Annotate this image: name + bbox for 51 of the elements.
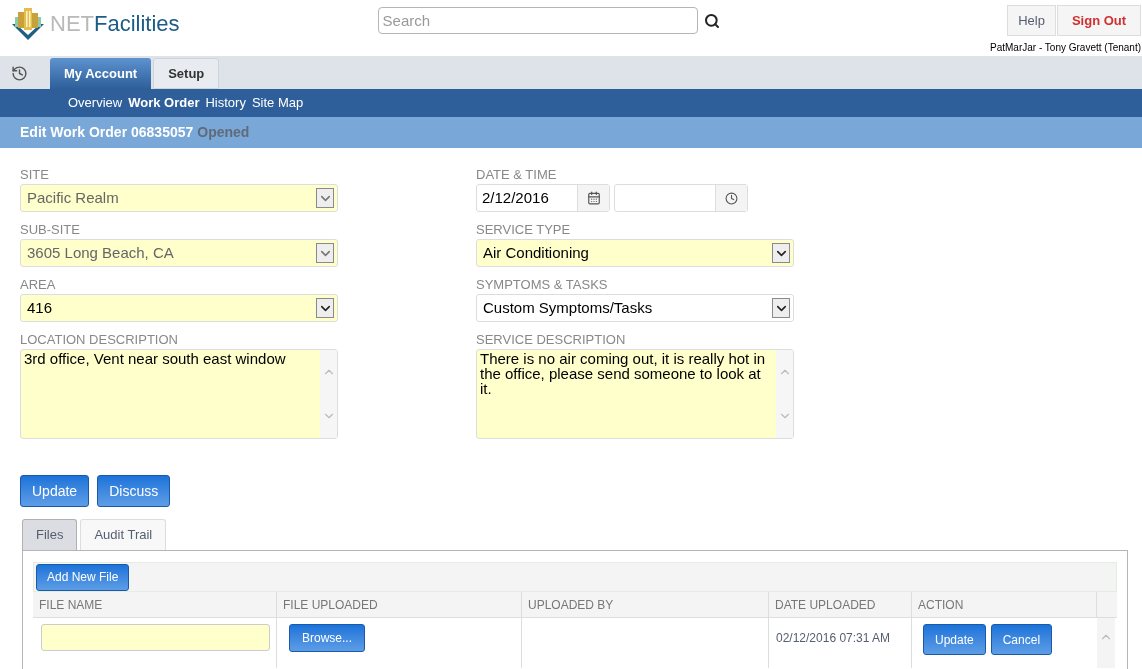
update-button[interactable]: Update — [923, 624, 986, 655]
panel-tab[interactable]: Files — [22, 519, 78, 550]
help-button[interactable]: Help — [1007, 5, 1056, 36]
history-icon[interactable] — [11, 65, 28, 82]
calendar-icon[interactable] — [577, 185, 609, 211]
user-name: PatMarJar - Tony Gravett (Tenant) — [990, 41, 1141, 55]
sign-out-button[interactable]: Sign Out — [1057, 5, 1141, 36]
field-label: AREA — [20, 277, 57, 293]
dropdown-field[interactable]: 416 — [20, 294, 338, 322]
date-field[interactable]: 2/12/2016 — [476, 184, 610, 212]
subnav-link[interactable]: Overview — [68, 93, 123, 113]
dropdown-field[interactable]: Custom Symptoms/Tasks — [476, 294, 794, 322]
table-cell: 02/12/2016 07:31 AM — [776, 631, 891, 645]
textarea-field[interactable]: There is no air coming out, it is really hot in the office, please send someone to look at it. — [476, 349, 794, 439]
logo-text: NETFacilities — [50, 10, 180, 38]
column-header: FILE UPLOADED — [277, 592, 522, 617]
subnav-link[interactable]: Work Order — [128, 93, 200, 113]
column-header: FILE NAME — [33, 592, 277, 617]
textarea-field[interactable]: 3rd office, Vent near south east window — [20, 349, 338, 439]
discuss-button[interactable]: Discuss — [97, 475, 171, 507]
field-label: SERVICE DESCRIPTION — [476, 332, 627, 348]
subnav-link[interactable]: History — [205, 93, 246, 113]
add-new-file-button[interactable]: Add New File — [36, 563, 130, 591]
search-icon[interactable] — [703, 12, 720, 29]
field-label: SITE — [20, 167, 50, 183]
dropdown-field[interactable]: Air Conditioning — [476, 239, 794, 267]
time-field[interactable] — [614, 184, 748, 212]
status-label: Opened — [197, 123, 250, 142]
column-header: DATE UPLOADED — [769, 592, 912, 617]
scrollbar[interactable] — [1097, 618, 1115, 668]
clock-icon[interactable] — [715, 185, 747, 211]
nav-tab[interactable]: My Account — [50, 58, 152, 89]
panel-tab[interactable]: Audit Trail — [80, 519, 167, 550]
field-label: DATE & TIME — [476, 167, 558, 183]
page-title: Edit Work Order 06835057 — [20, 123, 194, 142]
search-field[interactable]: Search — [377, 7, 698, 34]
field-label: LOCATION DESCRIPTION — [20, 332, 179, 348]
column-header: UPLOADED BY — [522, 592, 769, 617]
cancel-button[interactable]: Cancel — [990, 624, 1053, 655]
update-button[interactable]: Update — [20, 475, 90, 507]
scrollbar[interactable] — [776, 350, 793, 438]
column-header: ACTION — [912, 592, 1097, 617]
logo-icon — [10, 6, 46, 42]
nav-tab[interactable]: Setup — [153, 58, 220, 89]
field-label: SUB-SITE — [20, 222, 81, 238]
subnav-link[interactable]: Site Map — [251, 93, 304, 113]
scrollbar[interactable] — [320, 350, 337, 438]
browse-button[interactable]: Browse... — [289, 624, 365, 652]
field-label: SERVICE TYPE — [476, 222, 572, 238]
file-name-field[interactable] — [41, 624, 270, 651]
field-label: SYMPTOMS & TASKS — [476, 277, 609, 293]
